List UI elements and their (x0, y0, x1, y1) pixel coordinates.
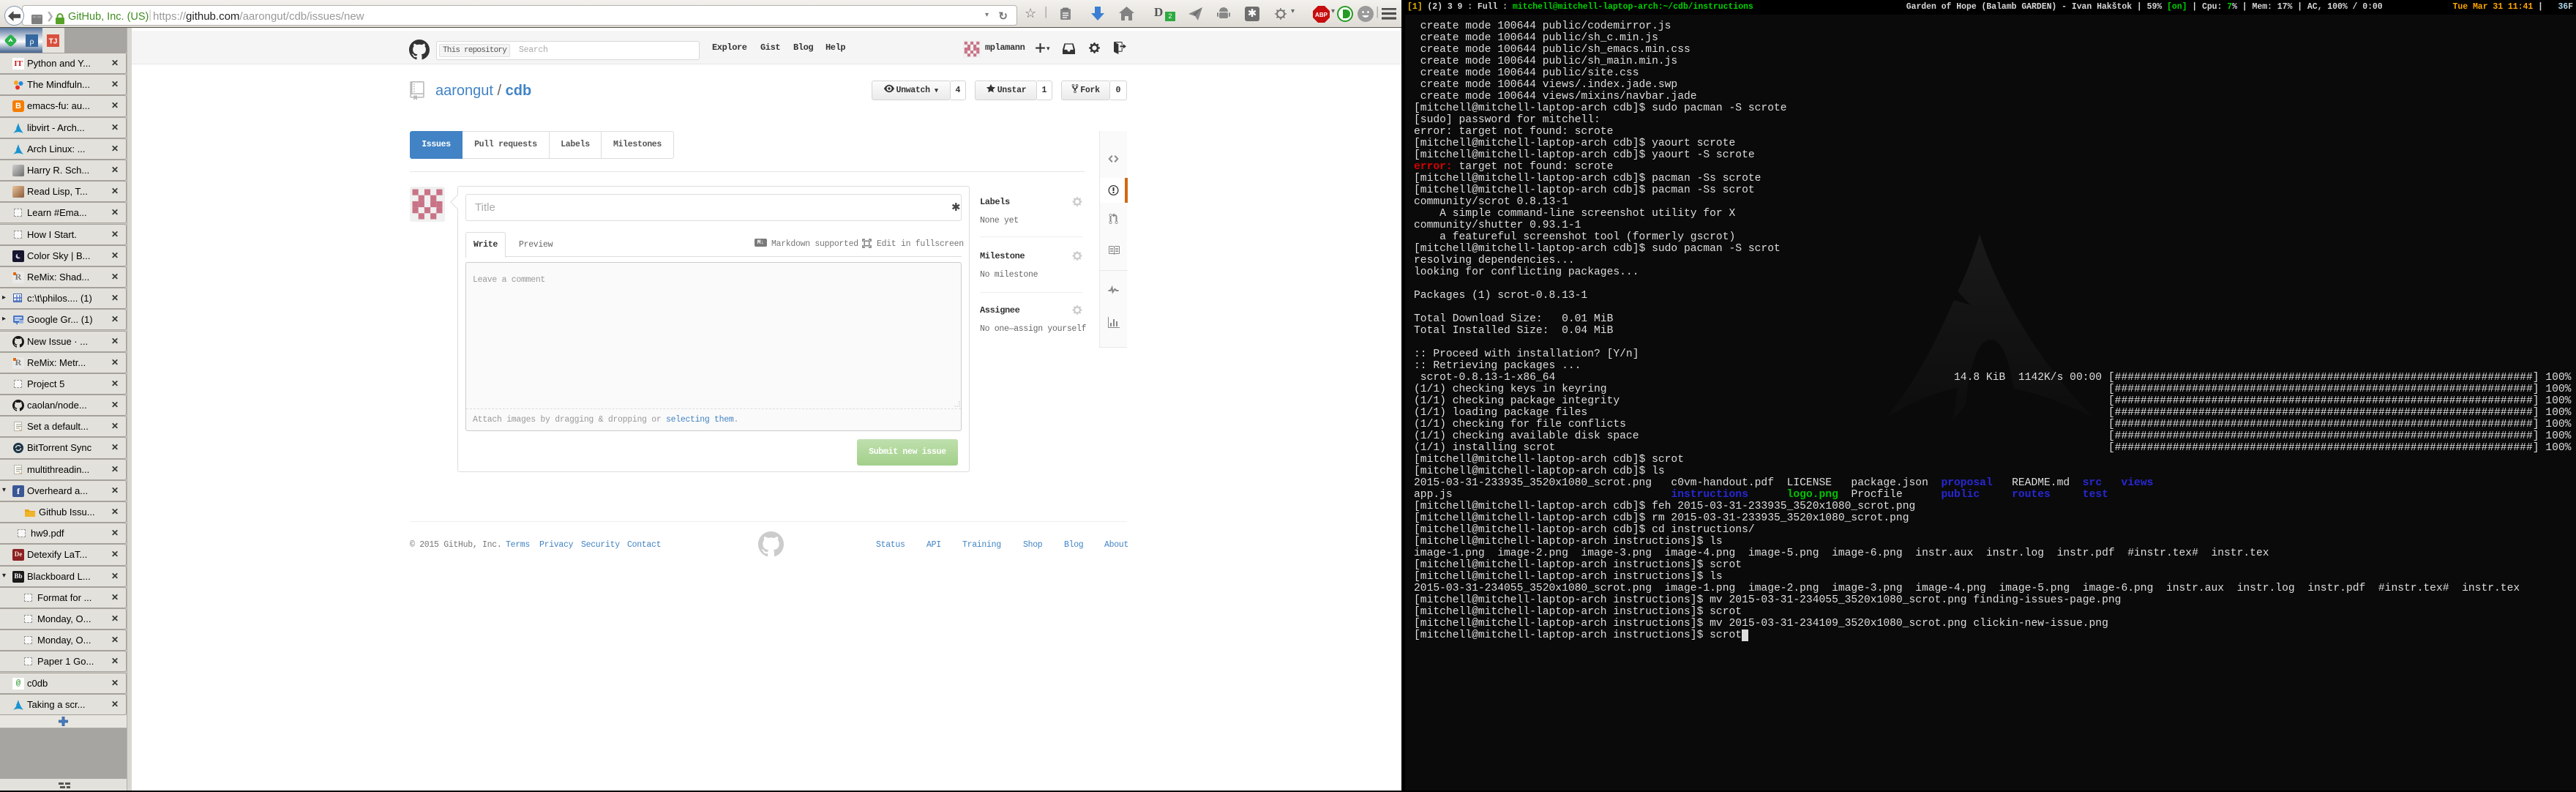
svg-text:TJ: TJ (49, 38, 58, 46)
svg-text:ABP: ABP (1315, 12, 1328, 18)
svg-text:ρ: ρ (30, 36, 34, 46)
